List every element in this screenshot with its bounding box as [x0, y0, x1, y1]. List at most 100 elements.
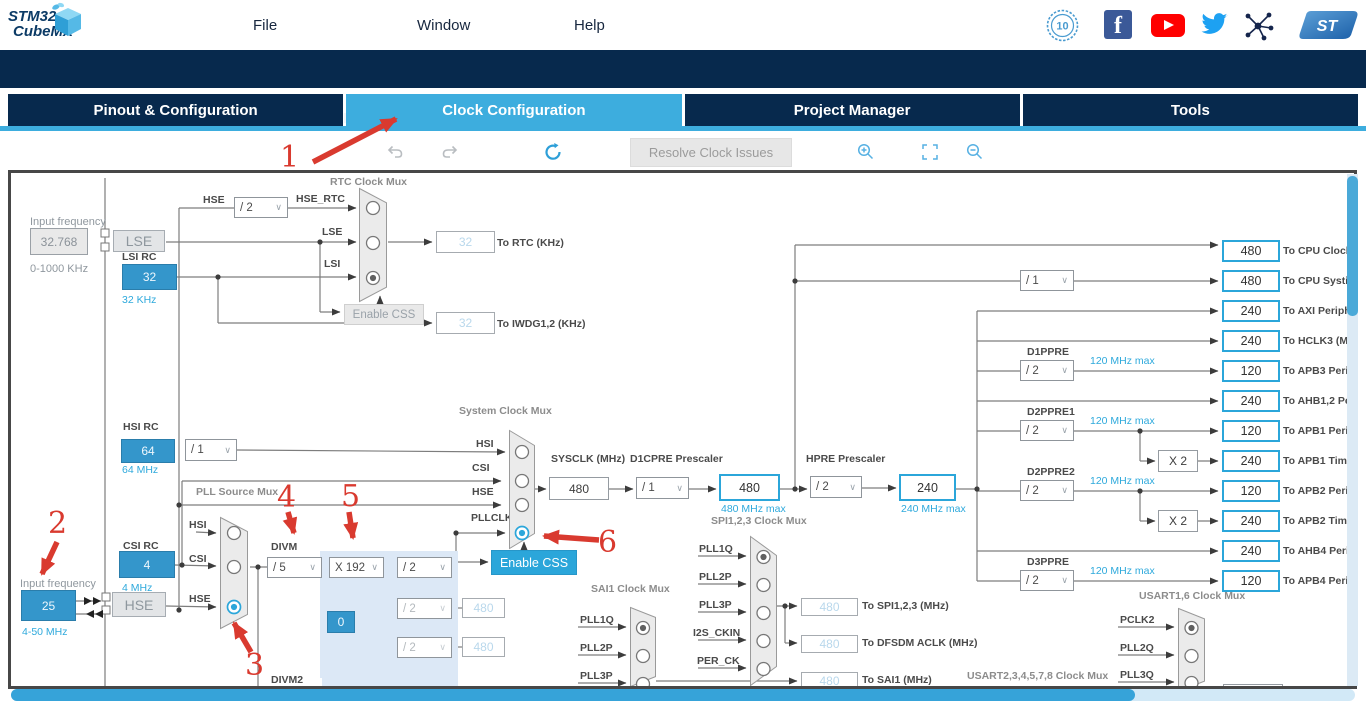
spi123-clock-mux-option-1[interactable] [757, 579, 770, 592]
fit-screen-icon[interactable] [922, 144, 938, 163]
refresh-icon[interactable] [543, 142, 563, 165]
chevron-down-icon: ∨ [371, 562, 378, 573]
pll-source-mux-option-1[interactable] [228, 561, 241, 574]
vertical-scrollbar[interactable] [1347, 174, 1358, 686]
d2ppre1-dropdown[interactable]: / 2 ∨ [1020, 420, 1074, 441]
hpre-prescaler-label: HPRE Prescaler [806, 453, 885, 465]
sai1-clock-mux-option-2[interactable] [637, 678, 650, 690]
facebook-icon[interactable]: f [1104, 10, 1132, 39]
hsi-divider-dropdown-value: / 1 [191, 444, 204, 456]
divm-dropdown[interactable]: / 5∨ [267, 557, 322, 578]
resolve-clock-issues-button[interactable]: Resolve Clock Issues [630, 138, 792, 167]
horizontal-scrollbar[interactable] [11, 689, 1355, 701]
usart16-clock-mux-option-2[interactable] [1185, 677, 1198, 690]
twitter-icon[interactable] [1198, 10, 1230, 39]
menu-window[interactable]: Window [417, 17, 470, 34]
to-apb1-peripl-value: 120 [1222, 420, 1280, 442]
network-icon[interactable] [1243, 11, 1275, 41]
chevron-down-icon: ∨ [1061, 425, 1068, 436]
spi123-clock-mux-option-3[interactable] [757, 635, 770, 648]
hsi-divider-dropdown[interactable]: / 1 ∨ [185, 439, 237, 461]
d2ppre2-dropdown[interactable]: / 2∨ [1020, 480, 1074, 501]
divq1-dropdown[interactable]: / 2∨ [397, 598, 452, 619]
lse-node[interactable]: LSE [113, 230, 165, 252]
d1ppre-dropdown[interactable]: / 2∨ [1020, 360, 1074, 381]
pll-source-mux-title: PLL Source Mux [196, 486, 278, 498]
enable-css-rtc-button[interactable]: Enable CSS [344, 304, 424, 325]
rtc-clock-mux-option-0[interactable] [367, 202, 380, 215]
youtube-icon[interactable] [1151, 14, 1185, 37]
spi123-clock-mux-option-2[interactable] [757, 607, 770, 620]
stm32cubemx-window: STM32 CubeMX File Window Help 10 f [0, 0, 1366, 706]
lsi-wire-label: LSI [324, 258, 340, 270]
main-tabs: Pinout & Configuration Clock Configurati… [8, 94, 1358, 126]
lse-input-frequency-field[interactable]: 32.768 [30, 228, 88, 255]
fracn1-value[interactable]: 0 [327, 611, 355, 633]
chevron-down-icon: ∨ [1061, 365, 1068, 376]
vertical-scrollbar-thumb[interactable] [1347, 176, 1358, 316]
undo-icon[interactable] [387, 144, 405, 163]
hsi-rc-label: HSI RC [123, 421, 159, 433]
usart16-pclk2-label: PCLK2 [1120, 614, 1154, 626]
hsi-frequency-label: 64 MHz [122, 464, 158, 476]
spi123-clock-mux-option-4[interactable] [757, 663, 770, 676]
divn1-dropdown[interactable]: X 192 ∨ [329, 557, 384, 578]
system-clock-mux-option-1[interactable] [516, 475, 529, 488]
rtc-clock-mux-title: RTC Clock Mux [330, 176, 407, 188]
hpre-dropdown[interactable]: / 2∨ [810, 476, 862, 498]
d3ppre-dropdown-value: / 2 [1026, 575, 1039, 587]
lsi-rc-label: LSI RC [122, 251, 156, 263]
hse-rtc-divider-dropdown[interactable]: / 2∨ [234, 197, 288, 218]
d2ppre2-dropdown-value: / 2 [1026, 485, 1039, 497]
to-cpu-clocks-label: To CPU Clocks [1283, 245, 1347, 257]
divr1-dropdown-value: / 2 [403, 642, 416, 654]
tab-project-manager[interactable]: Project Manager [685, 94, 1020, 126]
to-apb1-timer-value: 240 [1222, 450, 1280, 472]
redo-icon[interactable] [440, 144, 458, 163]
spi123-clock-mux-selected-dot [760, 554, 766, 560]
menu-help[interactable]: Help [574, 17, 605, 34]
tab-pinout-configuration[interactable]: Pinout & Configuration [8, 94, 343, 126]
to-apb1-timer-label: To APB1 Timer [1283, 455, 1347, 467]
hse-rtc-wire-label: HSE_RTC [296, 193, 345, 205]
d1cpre-dropdown[interactable]: / 1∨ [636, 477, 689, 499]
d2ppre2-label: D2PPRE2 [1027, 466, 1075, 478]
tab-clock-configuration[interactable]: Clock Configuration [346, 94, 681, 126]
rtc-clock-mux-option-1[interactable] [367, 237, 380, 250]
system-clock-mux-option-2[interactable] [516, 499, 529, 512]
usart16-clock-mux-option-1[interactable] [1185, 650, 1198, 663]
sai1-clock-mux-option-1[interactable] [637, 650, 650, 663]
to-iwdg-label: To IWDG1,2 (KHz) [497, 318, 585, 330]
pll2-block-background [322, 671, 458, 686]
tab-tools[interactable]: Tools [1023, 94, 1358, 126]
divr1-dropdown[interactable]: / 2∨ [397, 637, 452, 658]
d2ppre1-label: D2PPRE1 [1027, 406, 1075, 418]
hsi-rc-value[interactable]: 64 [121, 439, 175, 463]
system-clock-mux-option-0[interactable] [516, 446, 529, 459]
horizontal-scrollbar-thumb[interactable] [11, 689, 1135, 701]
hse-node[interactable]: HSE [112, 592, 166, 617]
divp1-dropdown[interactable]: / 2∨ [397, 557, 452, 578]
csi-rc-value[interactable]: 4 [119, 551, 175, 578]
to-dfsdm-aclk-label: To DFSDM ACLK (MHz) [862, 637, 977, 649]
annotation-number-4: 4 [277, 480, 296, 515]
menu-file[interactable]: File [253, 17, 277, 34]
divn1-dropdown-value: X 192 [335, 562, 365, 574]
enable-css-sysclk-button[interactable]: Enable CSS [491, 550, 577, 575]
divm-label: DIVM [271, 541, 297, 553]
lse-input-frequency-label: Input frequency [30, 216, 106, 228]
zoom-in-icon[interactable] [857, 143, 875, 164]
lsi-rc-value[interactable]: 32 [122, 264, 177, 290]
zoom-out-icon[interactable] [966, 143, 984, 164]
row1-dropdown[interactable]: / 1∨ [1020, 270, 1074, 291]
active-tab-strip [0, 126, 1366, 131]
chevron-down-icon: ∨ [224, 445, 231, 456]
hse-input-frequency-field[interactable]: 25 [21, 590, 76, 621]
pll-source-mux-option-0[interactable] [228, 527, 241, 540]
d2ppre1-dropdown-value: / 2 [1026, 425, 1039, 437]
annotation-number-5: 5 [341, 479, 360, 514]
to-hclk3-mh-label: To HCLK3 (MH [1283, 335, 1347, 347]
d3ppre-dropdown[interactable]: / 2∨ [1020, 570, 1074, 591]
sys-mux-hse-label: HSE [472, 486, 494, 498]
chevron-down-icon: ∨ [275, 202, 282, 213]
